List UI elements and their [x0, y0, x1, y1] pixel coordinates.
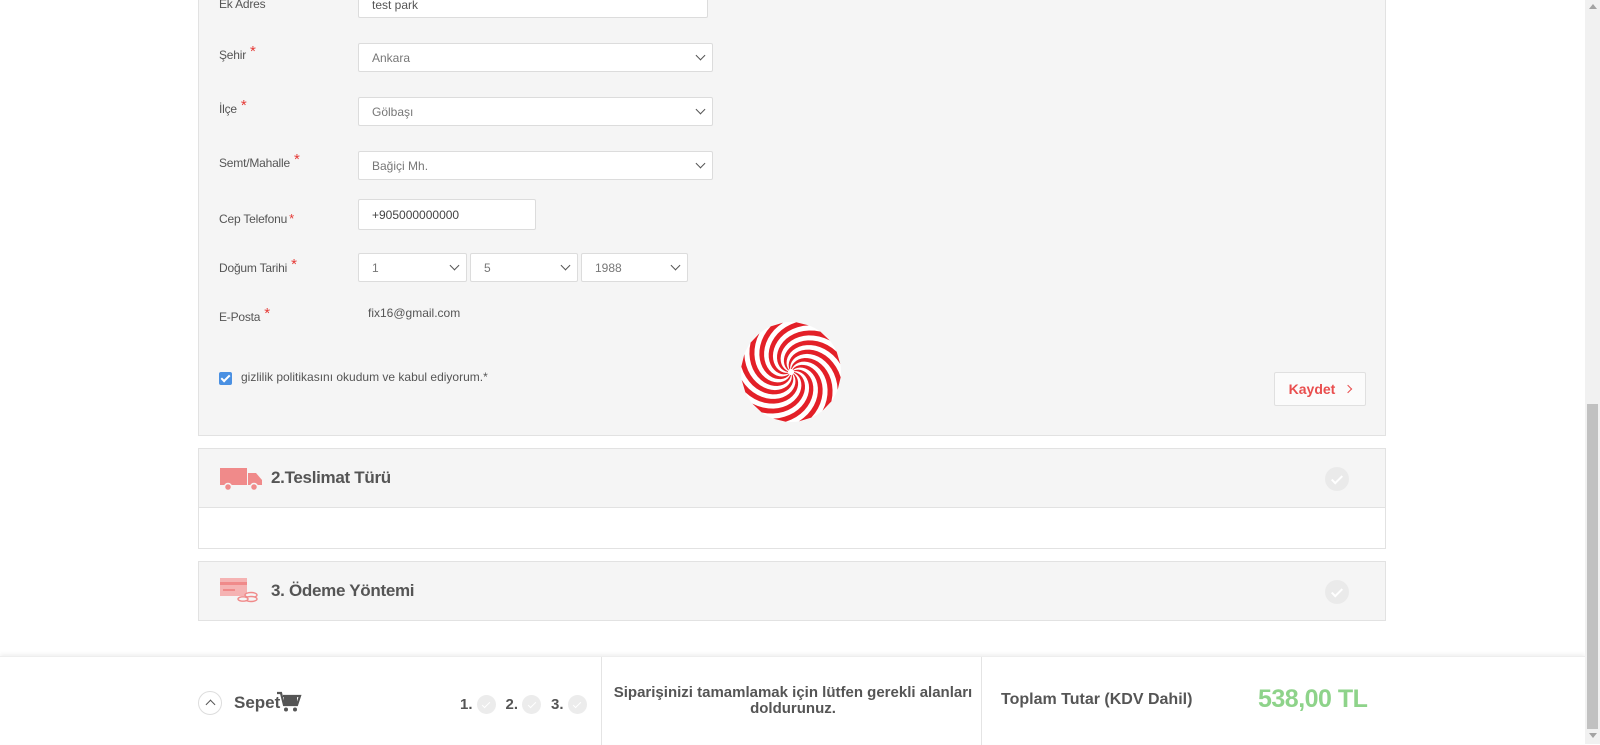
birth-date-label: Doğum Tarihi * — [219, 256, 297, 275]
ilce-select[interactable]: Gölbaşı — [358, 97, 713, 126]
scroll-down-arrow-icon[interactable] — [1589, 733, 1597, 738]
email-value: fix16@gmail.com — [368, 306, 461, 320]
chevron-down-icon — [695, 158, 706, 169]
chevron-down-icon — [670, 260, 681, 271]
consent-checkbox[interactable] — [219, 372, 232, 385]
checkout-page: Ek Adres test park Şehir * Ankara İlçe * G… — [0, 0, 1585, 745]
total-value: 538,00 TL — [1258, 685, 1368, 713]
ek-adres-label: Ek Adres — [219, 0, 266, 11]
truck-icon — [220, 468, 262, 491]
order-summary-bar: Sepet 1. 2. 3. Siparişinizi tamamlamak i… — [0, 656, 1585, 745]
check-icon — [522, 695, 542, 714]
payment-method-title: 3. Ödeme Yöntemi — [271, 581, 415, 600]
scroll-thumb[interactable] — [1587, 404, 1598, 729]
consent-text[interactable]: gizlilik politikasını okudum ve kabul ed… — [241, 370, 488, 384]
birth-day-select[interactable]: 1 — [358, 253, 467, 282]
semt-select[interactable]: Bağiçi Mh. — [358, 151, 713, 180]
delivery-type-title: 2.Teslimat Türü — [271, 468, 391, 487]
phone-label: Cep Telefonu * — [219, 211, 294, 226]
ek-adres-input[interactable]: test park — [358, 0, 708, 18]
total-label: Toplam Tutar (KDV Dahil) — [1001, 691, 1193, 708]
step-2: 2. — [506, 695, 542, 714]
save-button[interactable]: Kaydet — [1274, 372, 1366, 406]
birth-year-select[interactable]: 1988 — [581, 253, 688, 282]
check-icon — [1325, 467, 1349, 491]
chevron-down-icon — [449, 260, 460, 271]
phone-input[interactable]: +905000000000 — [358, 199, 536, 230]
check-icon — [1325, 580, 1349, 604]
email-label: E-Posta * — [219, 305, 270, 324]
cart-icon — [277, 691, 302, 712]
cart-label[interactable]: Sepet — [234, 693, 280, 713]
vertical-scrollbar[interactable] — [1585, 0, 1600, 744]
ilce-label: İlçe * — [219, 97, 247, 116]
payment-card-icon — [220, 578, 258, 603]
step-3: 3. — [551, 695, 587, 714]
scroll-up-arrow-icon[interactable] — [1589, 4, 1597, 9]
delivery-type-section[interactable]: 2.Teslimat Türü — [198, 448, 1386, 508]
payment-method-section[interactable]: 3. Ödeme Yöntemi — [198, 561, 1386, 621]
loading-spinner-icon — [741, 322, 841, 422]
divider — [601, 657, 602, 745]
check-icon — [476, 695, 496, 714]
chevron-down-icon — [695, 50, 706, 61]
step-1: 1. — [460, 695, 496, 714]
sehir-select[interactable]: Ankara — [358, 43, 713, 72]
check-icon — [567, 695, 587, 714]
chevron-right-icon — [1344, 384, 1353, 394]
birth-month-select[interactable]: 5 — [470, 253, 578, 282]
required-fields-notice: Siparişinizi tamamlamak için lütfen gere… — [613, 684, 973, 717]
collapse-cart-button[interactable] — [198, 691, 222, 715]
checkout-steps: 1. 2. 3. — [460, 695, 591, 714]
divider — [981, 657, 982, 745]
semt-label: Semt/Mahalle * — [219, 151, 300, 170]
chevron-down-icon — [560, 260, 571, 271]
sehir-label: Şehir * — [219, 43, 256, 62]
chevron-down-icon — [695, 104, 706, 115]
delivery-type-body — [198, 508, 1386, 549]
